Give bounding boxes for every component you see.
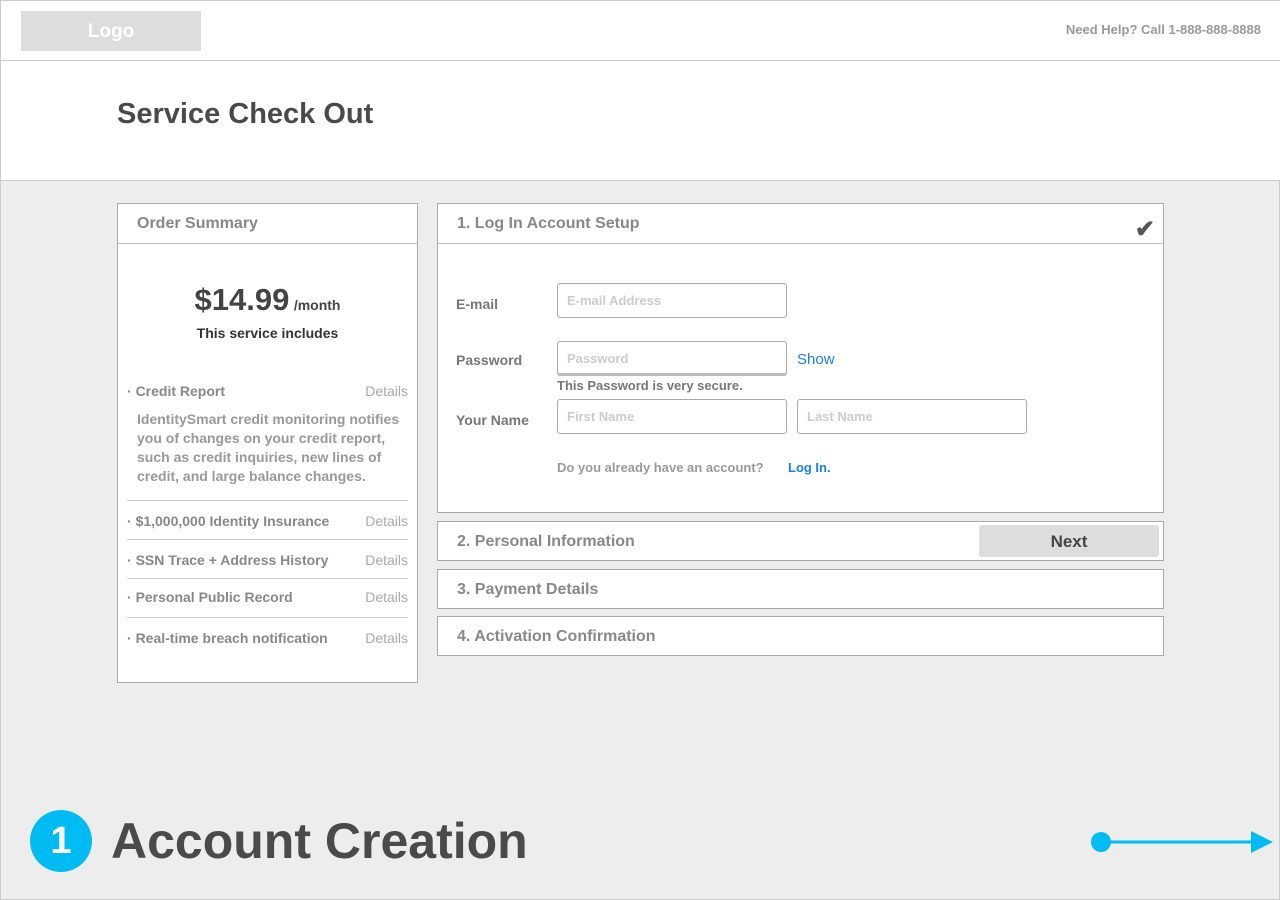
top-bar: Logo Need Help? Call 1-888-888-8888 — [1, 1, 1280, 61]
price: $14.99 /month — [118, 282, 417, 318]
next-button[interactable]: Next — [979, 525, 1159, 557]
item-label: SSN Trace + Address History — [135, 552, 329, 568]
details-link[interactable]: Details — [365, 552, 408, 568]
item-label: $1,000,000 Identity Insurance — [135, 513, 330, 529]
step-3-title: 3. Payment Details — [457, 581, 599, 598]
details-link[interactable]: Details — [365, 383, 408, 399]
page-title: Service Check Out — [117, 98, 374, 130]
list-item: · Credit Report Details — [127, 383, 408, 399]
password-field[interactable]: Password — [557, 341, 787, 376]
help-phone: Need Help? Call 1-888-888-8888 — [1065, 22, 1261, 37]
name-label: Your Name — [456, 412, 529, 428]
show-password-link[interactable]: Show — [797, 351, 835, 368]
details-link[interactable]: Details — [365, 513, 408, 529]
item-label: Personal Public Record — [135, 589, 293, 605]
details-link[interactable]: Details — [365, 589, 408, 605]
price-period: /month — [293, 297, 341, 313]
first-name-field[interactable]: First Name — [557, 399, 787, 434]
login-link[interactable]: Log In. — [788, 460, 831, 475]
checkmark-icon: ✔ — [1134, 216, 1155, 243]
password-label: Password — [456, 352, 523, 368]
title-bar: Service Check Out — [1, 61, 1280, 181]
item-label: Credit Report — [135, 383, 226, 399]
logo[interactable]: Logo — [21, 11, 201, 51]
step-login-account-setup: 1. Log In Account Setup ✔ E-mail E-mail A… — [437, 203, 1164, 513]
password-strength: This Password is very secure. — [557, 378, 743, 393]
email-field[interactable]: E-mail Address — [557, 283, 787, 318]
email-label: E-mail — [456, 296, 499, 312]
step-personal-information[interactable]: 2. Personal Information Next — [437, 521, 1164, 561]
credit-report-description: IdentitySmart credit monitoring notifies… — [137, 411, 400, 484]
includes-label: This service includes — [196, 325, 339, 341]
step-1-header[interactable]: 1. Log In Account Setup ✔ — [438, 204, 1163, 244]
list-item: · Real-time breach notification Details — [127, 617, 408, 656]
order-summary-title: Order Summary — [118, 204, 417, 244]
account-question: Do you already have an account? — [557, 460, 764, 475]
step-1-title: 1. Log In Account Setup — [457, 215, 640, 232]
price-amount: $14.99 — [194, 282, 290, 317]
step-4-title: 4. Activation Confirmation — [457, 628, 656, 645]
arrow-right-icon — [1091, 831, 1273, 853]
last-name-field[interactable]: Last Name — [797, 399, 1027, 434]
step-payment-details[interactable]: 3. Payment Details — [437, 569, 1164, 609]
step-activation-confirmation[interactable]: 4. Activation Confirmation — [437, 616, 1164, 656]
details-link[interactable]: Details — [365, 630, 408, 646]
item-label: Real-time breach notification — [135, 630, 328, 646]
step-number-badge: 1 — [30, 810, 92, 872]
order-summary: Order Summary $14.99 /month This service… — [117, 203, 418, 683]
annotation-title: Account Creation — [111, 813, 528, 869]
list-item: · SSN Trace + Address History Details — [127, 539, 408, 578]
list-item: · Personal Public Record Details — [127, 578, 408, 617]
list-item: · $1,000,000 Identity Insurance Details — [127, 500, 408, 539]
